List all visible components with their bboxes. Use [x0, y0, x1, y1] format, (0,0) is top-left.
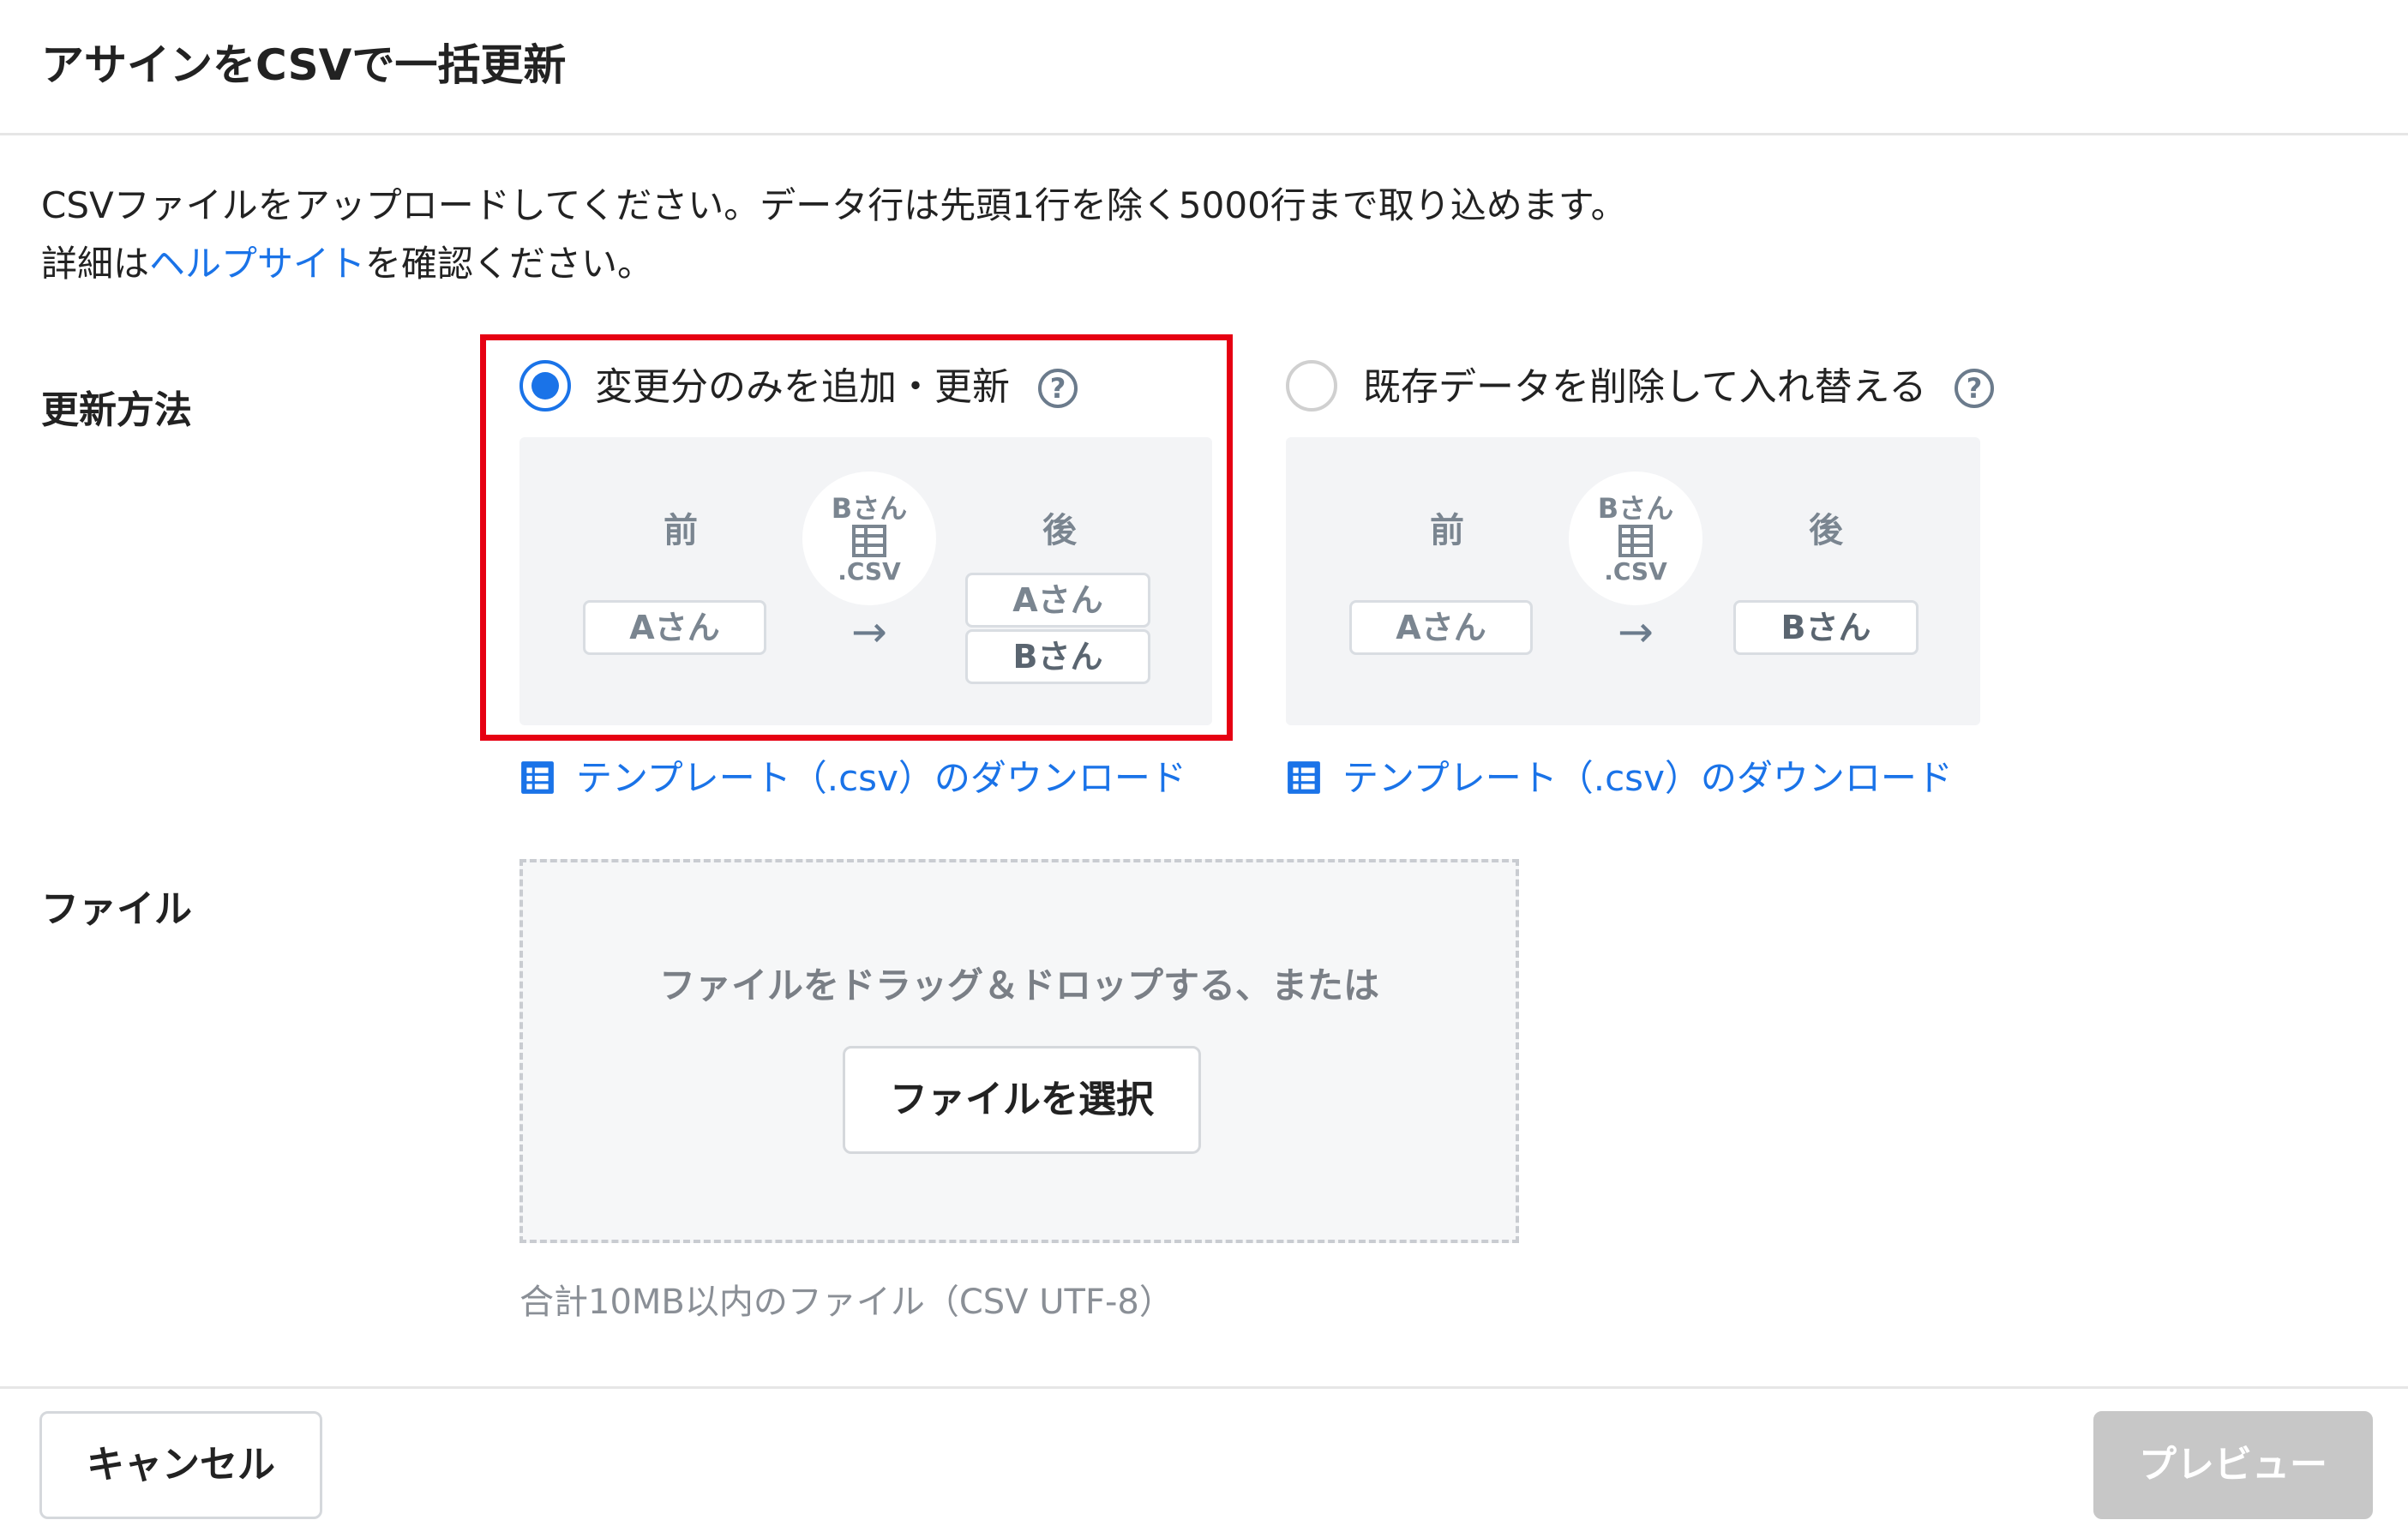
chip-before-a: Aさん — [1349, 600, 1533, 655]
spreadsheet-icon — [521, 761, 554, 794]
file-label: ファイル — [41, 887, 192, 931]
chip-before-a: Aさん — [583, 600, 766, 655]
file-size-note: 合計10MB以内のファイル（CSV UTF-8） — [519, 1283, 1174, 1322]
select-file-button[interactable]: ファイルを選択 — [843, 1046, 1201, 1154]
intro-line-2: 詳細はヘルプサイトを確認ください。 — [41, 235, 1627, 293]
cancel-button[interactable]: キャンセル — [39, 1411, 322, 1519]
download-template-label-2[interactable]: テンプレート（.csv）のダウンロード — [1342, 757, 1953, 799]
preview-button[interactable]: プレビュー — [2093, 1411, 2373, 1519]
spreadsheet-icon — [1288, 761, 1320, 794]
before-header: 前 — [1430, 511, 1464, 550]
file-dropzone[interactable]: ファイルをドラッグ＆ドロップする、または ファイルを選択 — [519, 859, 1519, 1243]
help-icon[interactable]: ? — [1038, 369, 1078, 408]
intro-suffix: を確認ください。 — [365, 243, 654, 285]
intro-prefix: 詳細は — [41, 243, 150, 285]
csv-file-badge: Bさん .CSV — [1569, 472, 1702, 605]
download-template-link-1[interactable]: テンプレート（.csv）のダウンロード — [519, 753, 1186, 804]
download-template-label-1[interactable]: テンプレート（.csv）のダウンロード — [576, 757, 1186, 799]
chip-after-b: Bさん — [965, 629, 1150, 684]
radio-add-update[interactable] — [519, 360, 571, 412]
intro-text: CSVファイルをアップロードしてください。データ行は先頭1行を除く5000行まで… — [41, 177, 1627, 293]
table-icon — [852, 525, 886, 557]
chip-after-a: Aさん — [965, 573, 1150, 628]
help-site-link[interactable]: ヘルプサイト — [149, 243, 365, 285]
after-header: 後 — [1809, 511, 1843, 550]
help-icon[interactable]: ? — [1955, 369, 1994, 408]
dialog-title: アサインをCSVで一括更新 — [41, 40, 567, 90]
csv-file-name: Bさん — [1597, 492, 1674, 525]
option-add-update-label[interactable]: 変更分のみを追加・更新 — [595, 362, 1010, 413]
dropzone-text: ファイルをドラッグ＆ドロップする、または — [658, 964, 1379, 1006]
option-replace-label[interactable]: 既存データを削除して入れ替える — [1363, 362, 1926, 413]
csv-file-name: Bさん — [831, 492, 908, 525]
arrow-right-icon: → — [851, 607, 887, 657]
intro-line-1: CSVファイルをアップロードしてください。データ行は先頭1行を除く5000行まで… — [41, 184, 1627, 226]
csv-file-badge: Bさん .CSV — [802, 472, 936, 605]
update-method-label: 更新方法 — [41, 388, 192, 432]
illustration-add-update: 前 後 Aさん Bさん .CSV → Aさん Bさん — [519, 437, 1212, 725]
after-header: 後 — [1042, 511, 1077, 550]
illustration-replace: 前 後 Aさん Bさん .CSV → Bさん — [1286, 437, 1980, 725]
table-icon — [1618, 525, 1653, 557]
csv-file-ext: .CSV — [838, 557, 901, 586]
csv-file-ext: .CSV — [1604, 557, 1667, 586]
footer-divider — [0, 1386, 2408, 1389]
radio-replace[interactable] — [1286, 360, 1337, 412]
header-divider — [0, 133, 2408, 135]
chip-after-b: Bさん — [1733, 600, 1919, 655]
before-header: 前 — [664, 511, 698, 550]
download-template-link-2[interactable]: テンプレート（.csv）のダウンロード — [1286, 753, 1953, 804]
arrow-right-icon: → — [1618, 607, 1654, 657]
